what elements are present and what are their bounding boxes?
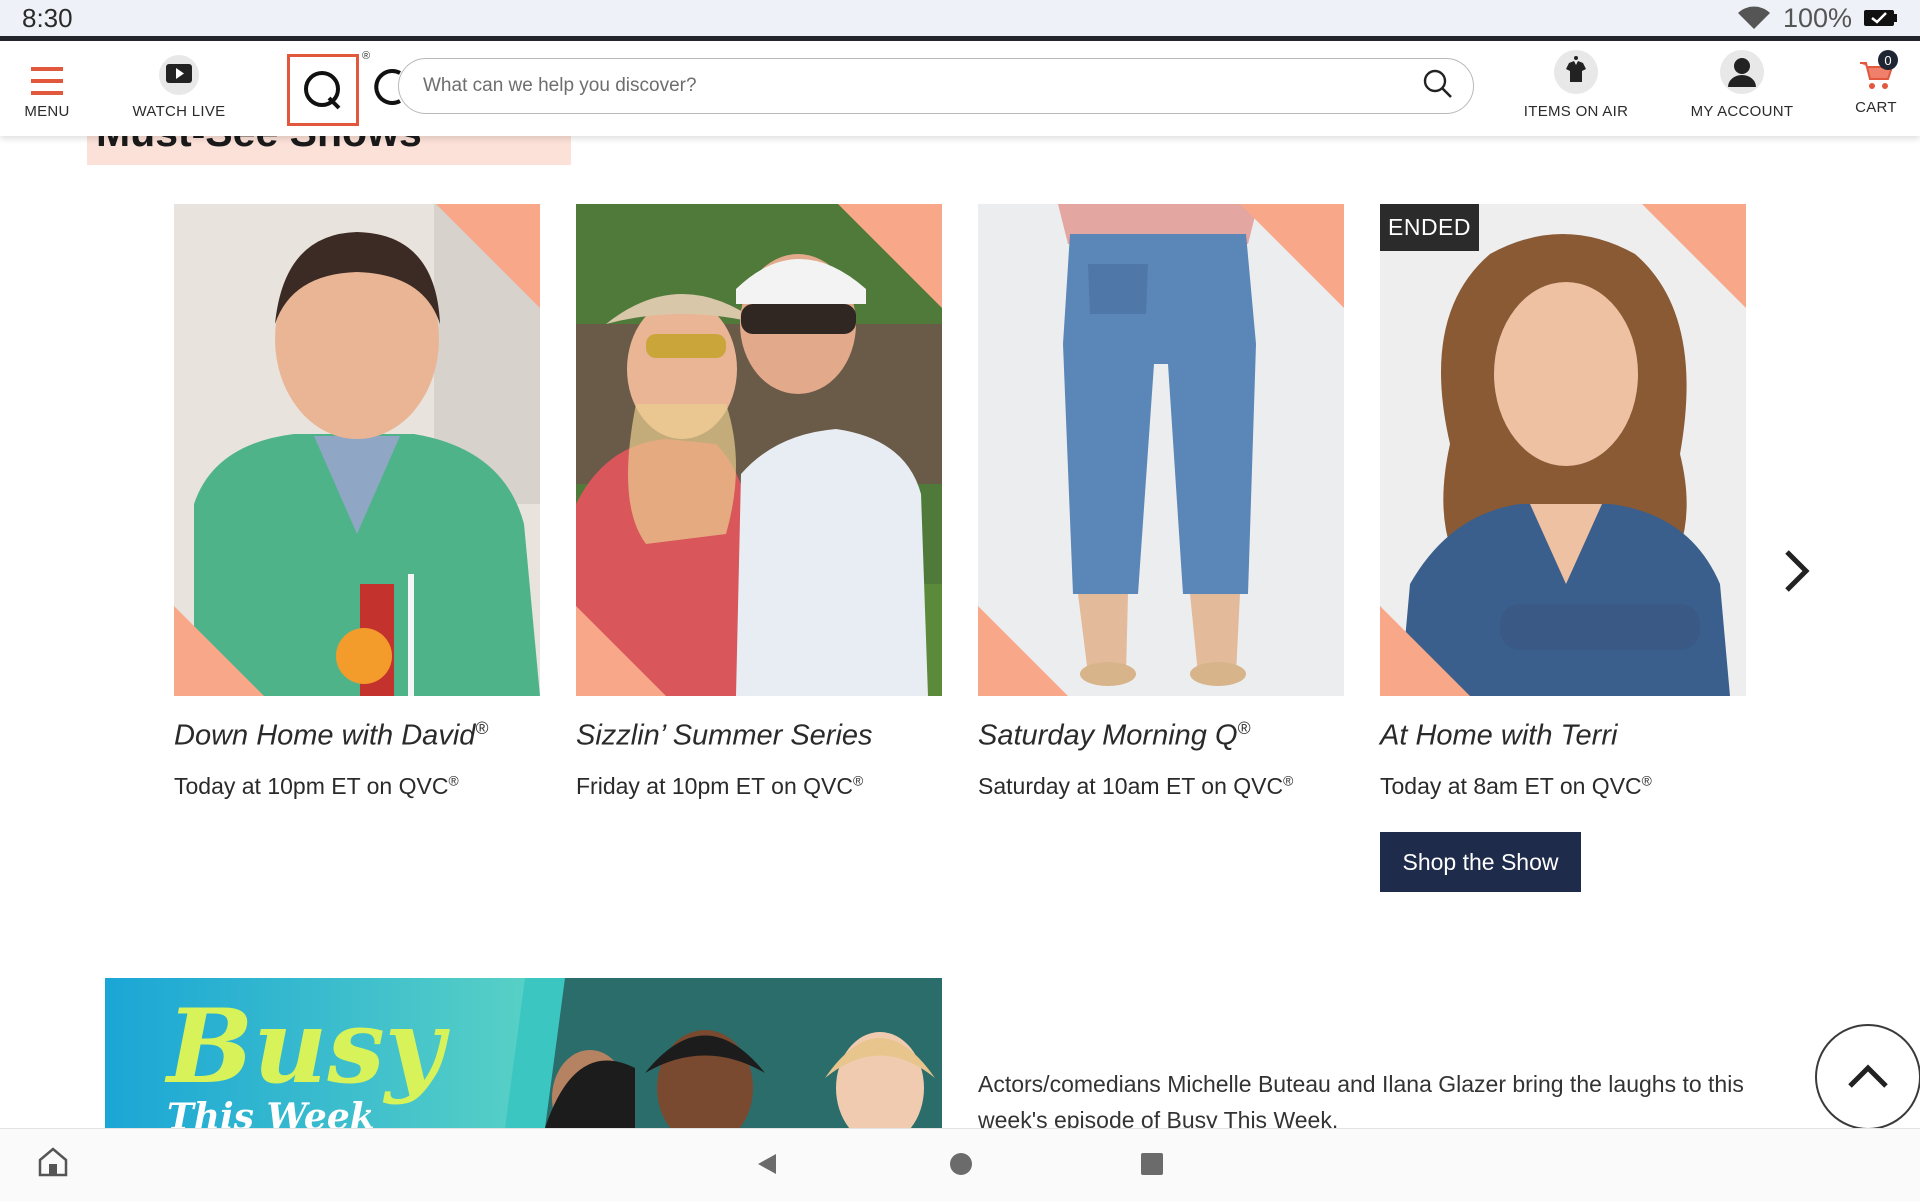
items-on-air-label: ITEMS ON AIR xyxy=(1523,103,1629,120)
play-icon xyxy=(157,41,201,95)
my-account-button[interactable]: MY ACCOUNT xyxy=(1684,41,1800,136)
items-on-air-icon xyxy=(1553,41,1599,95)
qvc-logo[interactable] xyxy=(287,54,359,126)
logo-registered-mark: ® xyxy=(362,50,371,62)
cart-count-badge: 0 xyxy=(1878,50,1898,70)
battery-icon xyxy=(1864,8,1898,28)
site-header: MENU WATCH LIVE ® What can we help you d… xyxy=(0,41,1920,136)
chevron-right-icon[interactable] xyxy=(1782,548,1812,599)
decorative-corner xyxy=(1642,204,1746,308)
search-icon[interactable] xyxy=(1423,69,1453,104)
watch-live-label: WATCH LIVE xyxy=(132,103,226,120)
chevron-up-icon xyxy=(1846,1062,1890,1093)
decorative-corner xyxy=(174,606,264,696)
items-on-air-button[interactable]: ITEMS ON AIR xyxy=(1518,41,1634,136)
menu-icon xyxy=(31,41,63,95)
banner-title: Busy xyxy=(167,987,445,1107)
show-image-sizzlin-summer-series[interactable] xyxy=(576,204,942,696)
status-time: 8:30 xyxy=(22,2,73,33)
show-card[interactable]: Down Home with David® Today at 10pm ET o… xyxy=(174,204,540,800)
show-image-saturday-morning-q[interactable] xyxy=(978,204,1344,696)
menu-button[interactable]: MENU xyxy=(17,41,77,136)
decorative-corner xyxy=(576,606,666,696)
decorative-corner xyxy=(838,204,942,308)
search-input[interactable] xyxy=(421,74,1423,98)
decorative-corner xyxy=(436,204,540,308)
show-card[interactable]: Saturday Morning Q® Saturday at 10am ET … xyxy=(978,204,1344,800)
watch-live-button[interactable]: WATCH LIVE xyxy=(128,41,230,136)
scroll-to-top-button[interactable] xyxy=(1815,1024,1920,1130)
account-icon xyxy=(1719,41,1765,95)
status-right: 100% xyxy=(1737,3,1898,34)
show-time: Today at 8am ET on QVC® xyxy=(1380,772,1652,799)
decorative-corner xyxy=(1240,204,1344,308)
home-icon[interactable] xyxy=(37,1146,69,1183)
show-time: Today at 10pm ET on QVC® xyxy=(174,772,459,799)
shop-the-show-button[interactable]: Shop the Show xyxy=(1380,832,1581,892)
show-image-down-home-with-david[interactable] xyxy=(174,204,540,696)
decorative-corner xyxy=(1380,606,1470,696)
wifi-icon xyxy=(1737,5,1771,31)
search-bar[interactable] xyxy=(398,58,1474,114)
show-image-at-home-with-terri[interactable]: ENDED xyxy=(1380,204,1746,696)
banner-subtitle: This Week xyxy=(167,1096,375,1128)
show-title[interactable]: Sizzlin’ Summer Series xyxy=(576,718,942,753)
show-time: Saturday at 10am ET on QVC® xyxy=(978,772,1294,799)
busy-this-week-banner[interactable]: Busy This Week xyxy=(105,978,942,1128)
home-circle-icon[interactable] xyxy=(949,1152,973,1181)
ended-badge: ENDED xyxy=(1380,204,1480,251)
status-bar: 8:30 100% xyxy=(0,0,1920,36)
show-title[interactable]: Saturday Morning Q® xyxy=(978,718,1344,753)
system-navigation-bar xyxy=(0,1128,1920,1201)
show-title[interactable]: Down Home with David® xyxy=(174,718,540,753)
show-time: Friday at 10pm ET on QVC® xyxy=(576,772,864,799)
show-card[interactable]: Sizzlin’ Summer Series Friday at 10pm ET… xyxy=(576,204,942,800)
my-account-label: MY ACCOUNT xyxy=(1690,103,1794,120)
show-title[interactable]: At Home with Terri xyxy=(1380,718,1746,753)
cart-label: CART xyxy=(1855,99,1897,116)
recents-icon[interactable] xyxy=(1140,1152,1164,1181)
battery-level: 100% xyxy=(1782,2,1852,33)
menu-label: MENU xyxy=(24,103,70,120)
show-card[interactable]: ENDED At Home with Terri Today at 8am ET… xyxy=(1380,204,1746,800)
back-icon[interactable] xyxy=(756,1152,778,1181)
decorative-corner xyxy=(978,606,1068,696)
